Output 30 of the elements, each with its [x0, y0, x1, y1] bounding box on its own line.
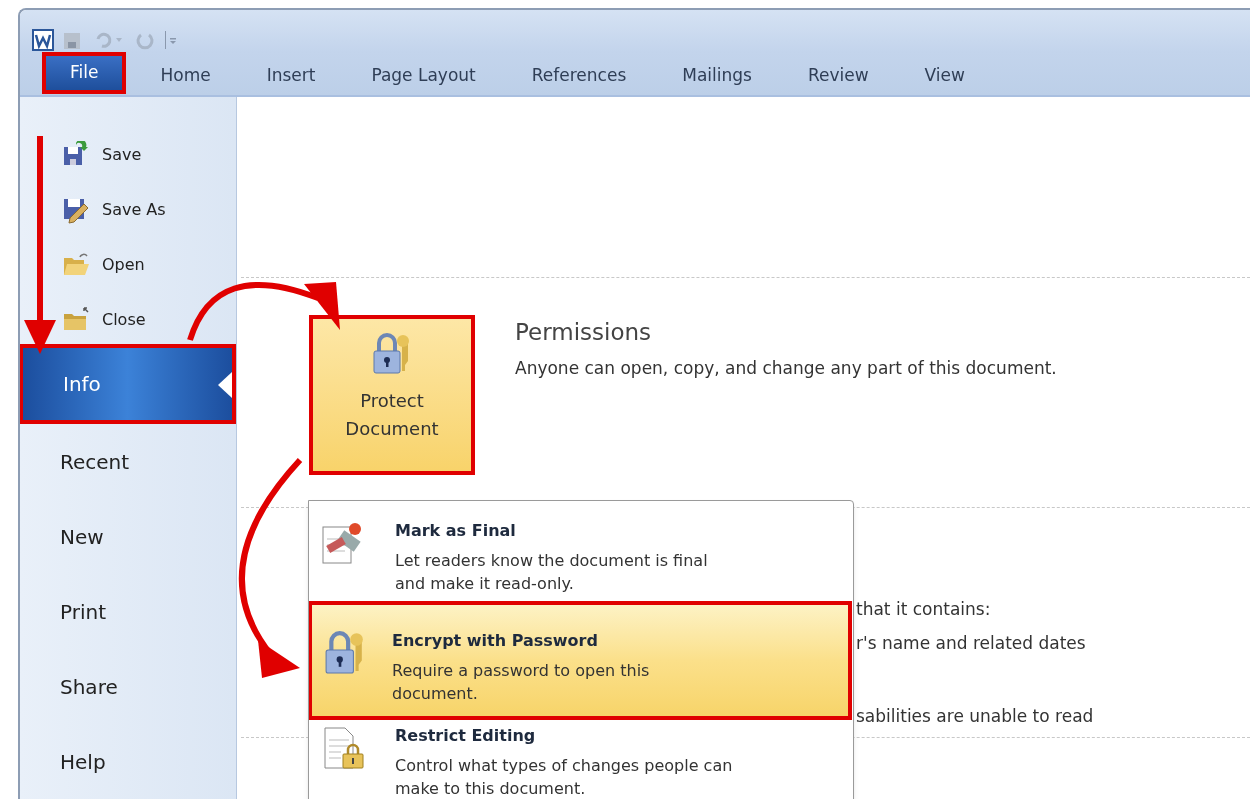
ribbon-tab[interactable]: View — [920, 58, 969, 94]
partial-text: r's name and related dates — [856, 632, 1087, 656]
customize-toolbar-icon[interactable] — [164, 29, 178, 51]
section-heading: Permissions — [515, 318, 653, 347]
word-logo-icon[interactable] — [32, 29, 54, 51]
padlock-key-icon — [324, 628, 366, 677]
ribbon-tab[interactable]: Mailings — [678, 58, 756, 94]
partial-text: sabilities are unable to read — [856, 704, 1095, 728]
ribbon-tab[interactable]: File — [42, 52, 127, 94]
menu-page[interactable]: Help — [20, 724, 236, 799]
ribbon-tab[interactable]: References — [527, 58, 631, 94]
ribbon-tab[interactable]: Home — [156, 58, 215, 94]
menu-command[interactable]: Save — [20, 127, 236, 182]
protect-document-button[interactable]: Protect Document — [309, 315, 475, 475]
ribbon-tab[interactable]: Insert — [262, 58, 320, 94]
dropdown-item[interactable]: Encrypt with Password Require a password to open this document. — [309, 600, 852, 721]
menu-page[interactable]: New — [20, 499, 236, 574]
dropdown-item[interactable]: Mark as Final Let readers know the document is final and make it read-only. — [309, 507, 853, 601]
menu-page[interactable]: Recent — [20, 424, 236, 499]
ribbon-tab[interactable]: Review — [803, 58, 873, 94]
menu-page[interactable]: Share — [20, 649, 236, 724]
menu-command[interactable]: Save As — [20, 182, 236, 237]
ribbon-tab[interactable]: Page Layout — [367, 58, 480, 94]
partial-text: that it contains: — [856, 598, 992, 621]
menu-page[interactable]: Print — [20, 574, 236, 649]
section-description: Anyone can open, copy, and change any part of this document. — [515, 356, 1057, 380]
pointer-icon — [218, 372, 232, 398]
padlock-key-icon — [372, 331, 412, 377]
menu-page[interactable]: Info — [20, 344, 236, 424]
menu-command[interactable]: Open — [20, 237, 236, 292]
